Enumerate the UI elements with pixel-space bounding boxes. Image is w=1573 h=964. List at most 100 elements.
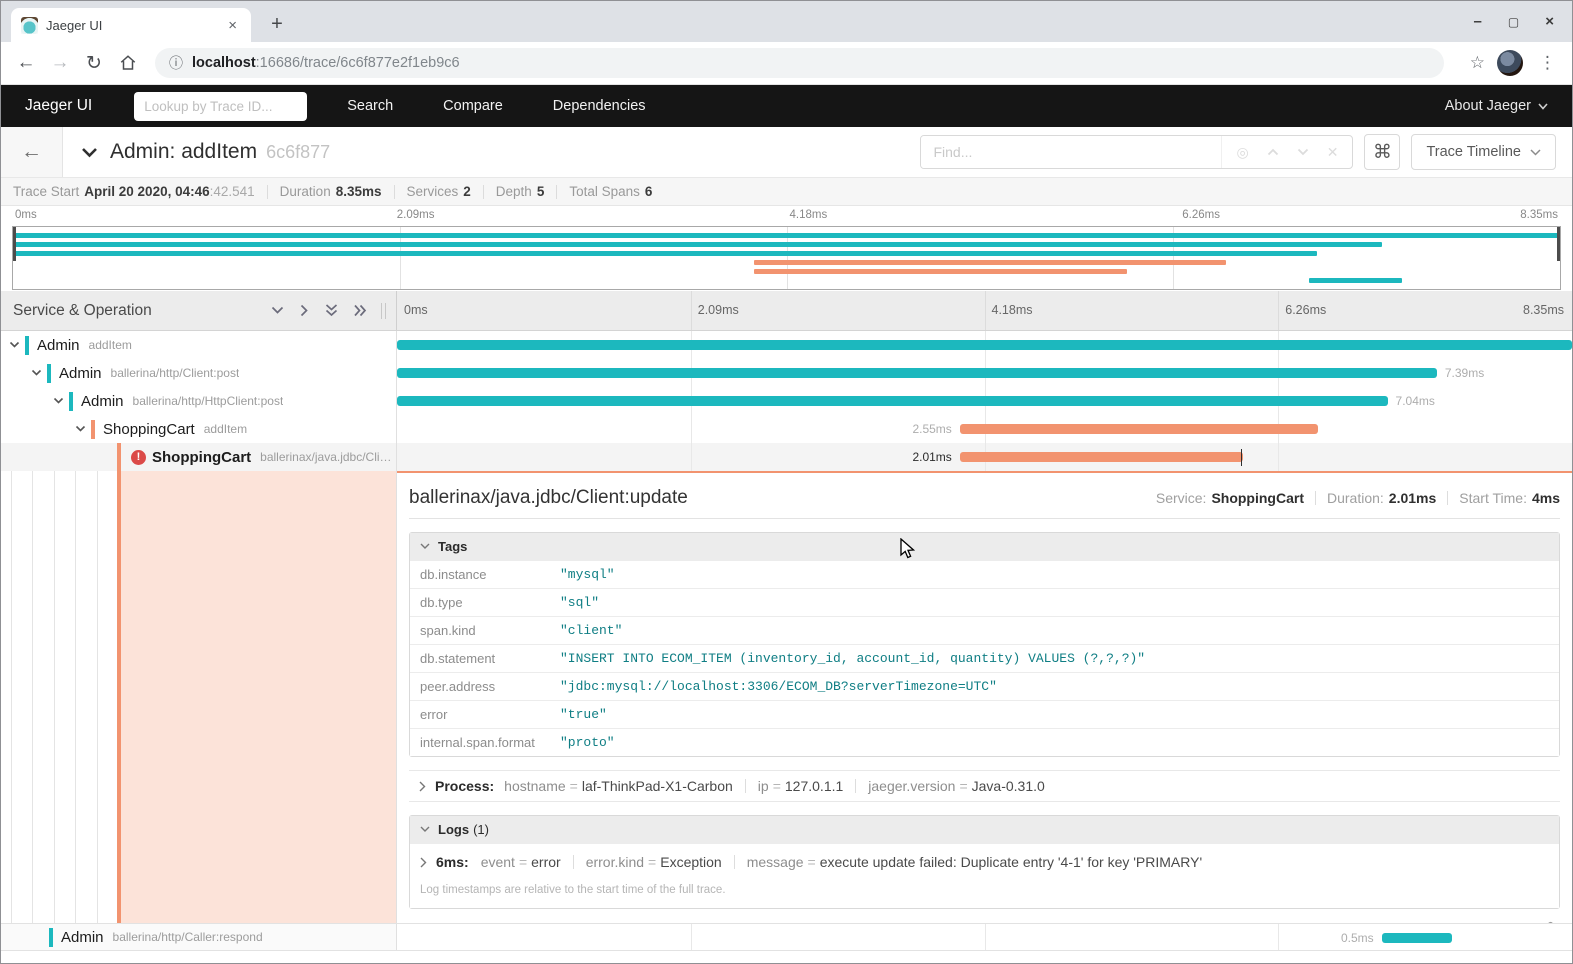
process-key: ip — [758, 778, 769, 794]
tab-title: Jaeger UI — [46, 18, 224, 33]
collapse-one-icon[interactable] — [271, 306, 284, 315]
span-service: Admin — [61, 929, 104, 946]
find-next-icon[interactable] — [1297, 148, 1309, 156]
span-duration-label: 2.55ms — [912, 423, 951, 435]
collapse-all-icon[interactable] — [325, 304, 338, 317]
span-duration-bar[interactable]: 0.5ms — [1382, 933, 1453, 943]
tag-value: "INSERT INTO ECOM_ITEM (inventory_id, ac… — [550, 645, 1559, 673]
timeline-tick: 4.18ms — [992, 303, 1033, 317]
log-entry-row[interactable]: 6ms: event=error error.kind=Exception me… — [410, 843, 1559, 874]
find-prev-icon[interactable] — [1267, 148, 1279, 156]
about-jaeger-menu[interactable]: About Jaeger — [1445, 98, 1548, 114]
new-tab-button[interactable]: + — [263, 11, 291, 39]
tab-close-icon[interactable]: × — [224, 17, 241, 34]
trace-id-lookup-input[interactable] — [134, 92, 307, 121]
process-row[interactable]: Process: hostname=laf-ThinkPad-X1-Carbon… — [409, 770, 1560, 802]
tag-key: peer.address — [410, 673, 550, 701]
expand-all-icon[interactable] — [354, 304, 367, 317]
tags-accordion: Tags db.instance"mysql" db.type"sql" spa… — [409, 532, 1560, 757]
link-icon[interactable] — [1542, 921, 1556, 923]
window-close-button[interactable]: × — [1545, 13, 1554, 30]
log-value: Exception — [660, 854, 721, 870]
logs-accordion-header[interactable]: Logs (1) — [410, 816, 1559, 843]
timeline-header: Service & Operation 0ms 2.09ms 4.18ms 6.… — [1, 291, 1572, 331]
nav-compare[interactable]: Compare — [443, 98, 503, 114]
services-value: 2 — [463, 184, 471, 199]
window-minimize-button[interactable]: – — [1474, 13, 1482, 30]
minimap-left-scrubber[interactable] — [13, 227, 16, 261]
minimap-span-bar — [754, 260, 1226, 265]
page-info-icon[interactable]: ⓘ — [169, 53, 183, 73]
column-resize-handle[interactable] — [381, 303, 386, 319]
collapse-trace-chevron-icon[interactable] — [81, 147, 98, 158]
chevron-down-icon — [1538, 103, 1548, 110]
span-row[interactable]: Admin ballerina/http/Client:post 7.39ms — [1, 359, 1572, 387]
span-detail-panel: ballerinax/java.jdbc/Client:update Servi… — [397, 471, 1572, 923]
back-to-search-button[interactable]: ← — [1, 127, 63, 177]
span-duration-bar[interactable] — [397, 340, 1572, 350]
tag-key: db.statement — [410, 645, 550, 673]
browser-tab[interactable]: Jaeger UI × — [11, 8, 251, 42]
profile-avatar[interactable] — [1497, 50, 1523, 76]
span-operation: ballerinax/java.jdbc/Client:u… — [260, 450, 396, 464]
expand-one-icon[interactable] — [300, 304, 309, 317]
span-collapse-chevron-icon[interactable] — [53, 397, 64, 405]
browser-menu-icon[interactable]: ⋮ — [1533, 53, 1562, 73]
span-row[interactable]: Admin ballerina/http/Caller:respond 0.5m… — [1, 923, 1572, 951]
span-row[interactable]: Admin ballerina/http/HttpClient:post 7.0… — [1, 387, 1572, 415]
nav-dependencies[interactable]: Dependencies — [553, 98, 646, 114]
span-duration-bar[interactable]: 2.01ms — [960, 452, 1243, 462]
log-value: execute update failed: Duplicate entry '… — [820, 854, 1202, 870]
minimap-span-bar — [13, 242, 1382, 247]
span-duration-bar[interactable]: 7.39ms — [397, 368, 1437, 378]
span-row-selected[interactable]: ! ShoppingCart ballerinax/java.jdbc/Clie… — [1, 443, 1572, 471]
mouse-cursor — [898, 538, 918, 565]
tag-key: internal.span.format — [410, 729, 550, 757]
span-row[interactable]: ShoppingCart addItem 2.55ms — [1, 415, 1572, 443]
tag-value: "mysql" — [550, 561, 1559, 589]
span-color-bar — [47, 364, 51, 383]
window-maximize-button[interactable]: ▢ — [1508, 15, 1519, 29]
detail-start-label: Start Time: — [1459, 490, 1527, 506]
timeline-tick: 6.26ms — [1285, 303, 1326, 317]
logs-accordion: Logs (1) 6ms: event=error error.kind=Exc… — [409, 815, 1560, 909]
trace-view-label: Trace Timeline — [1426, 144, 1521, 160]
chevron-right-icon — [419, 781, 426, 792]
find-scroll-to-icon[interactable]: ◎ — [1236, 144, 1248, 161]
span-collapse-chevron-icon[interactable] — [75, 425, 86, 433]
span-collapse-chevron-icon[interactable] — [9, 341, 20, 349]
find-clear-icon[interactable]: ✕ — [1327, 144, 1339, 161]
find-input[interactable] — [921, 136, 1221, 168]
span-collapse-chevron-icon[interactable] — [31, 369, 42, 377]
minimap-right-scrubber[interactable] — [1557, 227, 1560, 261]
tags-accordion-header[interactable]: Tags — [410, 533, 1559, 560]
nav-search[interactable]: Search — [347, 98, 393, 114]
find-group: ◎ ✕ — [920, 135, 1353, 169]
span-duration-bar[interactable]: 2.55ms — [960, 424, 1318, 434]
url-text: localhost:16686/trace/6c6f877e2f1eb9c6 — [192, 55, 460, 71]
depth-value: 5 — [537, 184, 545, 199]
minimap-canvas[interactable] — [12, 226, 1561, 290]
tag-value: "client" — [550, 617, 1559, 645]
span-row[interactable]: Admin addItem — [1, 331, 1572, 359]
trace-page-header: ← Admin: addItem 6c6f877 ◎ ✕ ⌘ Trace Tim… — [1, 127, 1572, 178]
bookmark-star-icon[interactable]: ☆ — [1470, 53, 1485, 73]
process-value: laf-ThinkPad-X1-Carbon — [582, 778, 733, 794]
span-duration-bar[interactable]: 7.04ms — [397, 396, 1388, 406]
jaeger-brand[interactable]: Jaeger UI — [25, 97, 92, 115]
minimap-tick: 2.09ms — [397, 209, 435, 221]
trace-minimap[interactable]: 0ms 2.09ms 4.18ms 6.26ms 8.35ms — [1, 206, 1572, 291]
home-icon[interactable] — [113, 52, 143, 74]
chevron-down-icon — [420, 826, 430, 833]
log-marker-tick[interactable] — [1241, 449, 1243, 466]
address-bar[interactable]: ⓘ localhost:16686/trace/6c6f877e2f1eb9c6 — [155, 48, 1444, 78]
chevron-down-icon — [1530, 149, 1541, 156]
trace-view-selector[interactable]: Trace Timeline — [1411, 134, 1556, 170]
detail-service-label: Service: — [1156, 490, 1207, 506]
reload-icon[interactable]: ↻ — [79, 52, 109, 75]
url-path: :16686/trace/6c6f877e2f1eb9c6 — [256, 55, 460, 71]
minimap-tick: 6.26ms — [1182, 209, 1220, 221]
keyboard-shortcuts-button[interactable]: ⌘ — [1364, 134, 1400, 170]
forward-icon[interactable]: → — [45, 52, 75, 74]
back-icon[interactable]: ← — [11, 52, 41, 74]
